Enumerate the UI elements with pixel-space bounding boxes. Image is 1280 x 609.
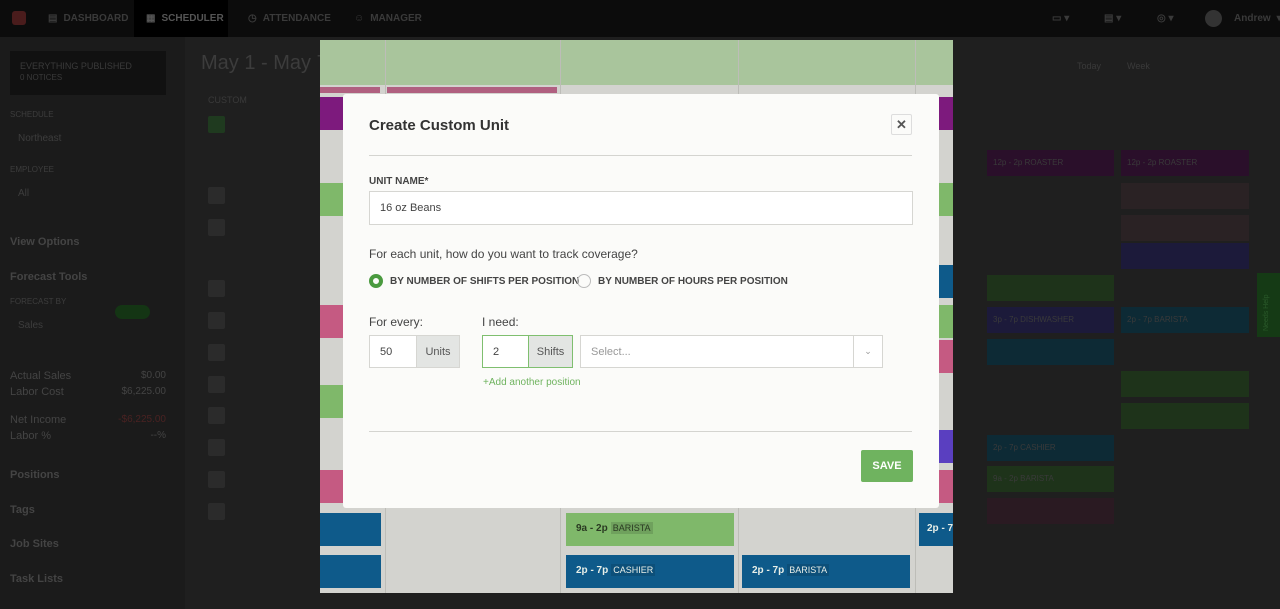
create-custom-unit-modal: Create Custom Unit ✕ UNIT NAME* 16 oz Be…: [343, 94, 939, 508]
avatar[interactable]: [1205, 10, 1222, 27]
shift-block[interactable]: [1121, 243, 1249, 269]
user-icon: ☺: [354, 13, 365, 24]
avatar: [208, 116, 225, 133]
help-icon[interactable]: ◎ ▾: [1145, 0, 1186, 37]
shift-block[interactable]: [987, 339, 1114, 365]
forecast-tools-label: Forecast Tools: [10, 271, 88, 283]
shift-block[interactable]: [987, 275, 1114, 301]
net-income-value: -$6,225.00: [118, 414, 166, 425]
avatar: [208, 187, 225, 204]
radio-unselected-icon: [577, 274, 591, 288]
tags-toggle[interactable]: Tags: [10, 504, 35, 516]
unit-name-label: UNIT NAME*: [369, 176, 429, 187]
labor-cost-value: $6,225.00: [121, 386, 167, 397]
avatar: [208, 219, 225, 236]
avatar: [208, 280, 225, 297]
save-button[interactable]: SAVE: [861, 450, 913, 482]
modal-title: Create Custom Unit: [369, 117, 510, 134]
shift-block[interactable]: [1121, 403, 1249, 429]
avatar: [208, 312, 225, 329]
radio-hours[interactable]: BY NUMBER OF HOURS PER POSITION: [577, 274, 788, 288]
job-sites-toggle[interactable]: Job Sites: [10, 538, 59, 550]
shift-block[interactable]: 2p - 7p CASHIER: [987, 435, 1114, 461]
dashboard-icon: ▤: [48, 13, 58, 24]
radio-selected-icon: [369, 274, 383, 288]
shift-block[interactable]: 9a - 2p BARISTA: [566, 513, 734, 546]
radio-shifts[interactable]: BY NUMBER OF SHIFTS PER POSITION: [369, 274, 579, 288]
divider: [369, 155, 912, 156]
avatar: [208, 471, 225, 488]
shift-block[interactable]: 3p - 7p DISHWASHER: [987, 307, 1114, 333]
for-every-input[interactable]: 50 Units: [369, 335, 460, 368]
calendar-icon: ▦: [146, 13, 156, 24]
shift-block[interactable]: [1121, 371, 1249, 397]
avatar: [208, 503, 225, 520]
shift-block[interactable]: [1121, 183, 1249, 209]
positions-toggle[interactable]: Positions: [10, 469, 60, 481]
actual-sales-value: $0.00: [140, 370, 166, 381]
for-every-label: For every:: [369, 315, 424, 329]
shift-block[interactable]: [1121, 215, 1249, 241]
position-select[interactable]: Select...: [580, 335, 883, 368]
shift-block[interactable]: 2p - 7: [919, 513, 953, 546]
user-menu[interactable]: Andrew ▾: [1222, 0, 1280, 37]
chevron-down-icon[interactable]: ⌄: [853, 335, 883, 368]
clock-icon: ◷: [248, 13, 257, 24]
view-select[interactable]: CUSTOM: [208, 95, 247, 105]
shift-block[interactable]: [987, 498, 1114, 524]
divider: [369, 431, 912, 432]
add-position-link[interactable]: +Add another position: [483, 377, 581, 388]
shift-block[interactable]: 2p - 7p BARISTA: [1121, 307, 1249, 333]
nav-manager[interactable]: ☺ MANAGER: [342, 0, 434, 37]
forecast-toggle[interactable]: [115, 305, 150, 319]
nav-dashboard[interactable]: ▤ DASHBOARD: [36, 0, 140, 37]
nav-scheduler[interactable]: ▦ SCHEDULER: [134, 0, 228, 37]
shift-block[interactable]: 2p - 7p CASHIER: [566, 555, 734, 588]
messages-icon[interactable]: ▭ ▾: [1040, 0, 1081, 37]
employee-label: EMPLOYEE: [10, 165, 55, 174]
avatar: [208, 376, 225, 393]
schedule-label: SCHEDULE: [10, 110, 54, 119]
avatar: [208, 344, 225, 361]
forecast-by-select[interactable]: Sales: [18, 320, 43, 331]
i-need-label: I need:: [482, 315, 519, 329]
view-options-toggle[interactable]: View Options: [10, 236, 79, 248]
shift-block[interactable]: [320, 513, 381, 546]
week-button[interactable]: Week: [1127, 61, 1150, 71]
forecast-by-label: FORECAST BY: [10, 297, 67, 306]
publish-status-button[interactable]: EVERYTHING PUBLISHED 0 NOTICES: [10, 51, 166, 95]
shifts-addon: Shifts: [528, 336, 572, 367]
shift-block[interactable]: 2p - 7p BARISTA: [742, 555, 910, 588]
top-nav: ▤ DASHBOARD ▦ SCHEDULER ◷ ATTENDANCE ☺ MANAG…: [0, 0, 1280, 37]
shift-block[interactable]: 9a - 2p BARISTA: [987, 466, 1114, 492]
units-addon: Units: [416, 336, 459, 367]
shift-block[interactable]: 12p - 2p ROASTER: [1121, 150, 1249, 176]
nav-attendance[interactable]: ◷ ATTENDANCE: [236, 0, 343, 37]
needs-help-tab[interactable]: Needs Help: [1257, 273, 1280, 337]
sidebar: EVERYTHING PUBLISHED 0 NOTICES SCHEDULE …: [0, 37, 185, 609]
coverage-question: For each unit, how do you want to track …: [369, 247, 638, 261]
avatar: [208, 407, 225, 424]
avatar: [208, 439, 225, 456]
employee-select[interactable]: All: [18, 188, 29, 199]
schedule-select[interactable]: Northeast: [18, 133, 61, 144]
shift-block[interactable]: [320, 555, 381, 588]
shift-block[interactable]: 12p - 2p ROASTER: [987, 150, 1114, 176]
need-input[interactable]: 2 Shifts: [482, 335, 573, 368]
reports-icon[interactable]: ▤ ▾: [1092, 0, 1133, 37]
unit-name-input[interactable]: 16 oz Beans: [369, 191, 913, 225]
task-lists-toggle[interactable]: Task Lists: [10, 573, 63, 585]
labor-pct-value: --%: [150, 430, 166, 441]
today-button[interactable]: Today: [1077, 61, 1101, 71]
logo[interactable]: [12, 11, 26, 25]
close-icon[interactable]: ✕: [891, 114, 912, 135]
date-range: May 1 - May 7,: [201, 52, 334, 74]
